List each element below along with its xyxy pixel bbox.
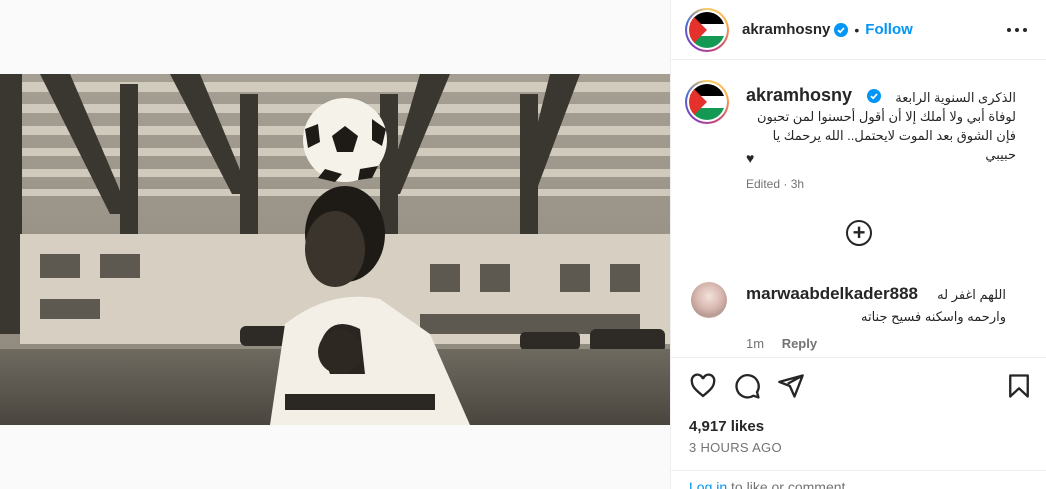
post-time[interactable]: 3 HOURS AGO bbox=[689, 440, 782, 455]
follow-button[interactable]: Follow bbox=[865, 21, 913, 38]
caption-heart-emoji: ♥ bbox=[746, 150, 755, 166]
author-username[interactable]: akramhosny bbox=[742, 21, 830, 38]
login-link[interactable]: Log in bbox=[689, 479, 727, 489]
commenter-avatar[interactable] bbox=[691, 282, 727, 318]
separator-dot: • bbox=[854, 21, 860, 38]
comment-meta: 1m Reply bbox=[746, 336, 817, 351]
edited-timestamp: Edited · 3h bbox=[746, 177, 805, 191]
verified-badge-icon bbox=[834, 22, 849, 37]
login-prompt-text: to like or comment. bbox=[727, 479, 850, 489]
reply-button[interactable]: Reply bbox=[782, 336, 817, 351]
post-photo-image bbox=[0, 74, 670, 425]
paper-plane-icon[interactable] bbox=[777, 372, 805, 400]
comment-time: 1m bbox=[746, 336, 765, 351]
comment-text: اللهم اغفر له وارحمه واسكنه فسيح جناته bbox=[860, 287, 1006, 324]
plus-circle-icon[interactable]: + bbox=[846, 220, 872, 246]
caption-text: الذكرى السنوية الرابعة لوفاة أبي ولا أمل… bbox=[757, 90, 1016, 162]
more-options-icon[interactable] bbox=[1007, 22, 1027, 38]
caption-avatar-inner bbox=[687, 82, 727, 122]
likes-count[interactable]: 4,917 likes bbox=[689, 418, 764, 435]
media-pane bbox=[0, 0, 670, 489]
login-prompt: Log in to like or comment. bbox=[689, 479, 849, 489]
caption-avatar[interactable] bbox=[685, 80, 729, 124]
bookmark-icon[interactable] bbox=[1005, 372, 1033, 400]
palestine-flag-icon bbox=[689, 11, 725, 48]
comment-bubble-icon[interactable] bbox=[733, 372, 761, 400]
action-bar bbox=[671, 357, 1046, 415]
post-header: akramhosny • Follow bbox=[671, 0, 1046, 60]
avatar-inner bbox=[687, 9, 727, 50]
post-photo[interactable] bbox=[0, 74, 670, 425]
login-footer: Log in to like or comment. bbox=[671, 470, 1046, 489]
heart-icon[interactable] bbox=[689, 372, 717, 400]
palestine-flag-icon bbox=[689, 84, 725, 120]
author-avatar[interactable] bbox=[685, 7, 729, 52]
post-sidebar: akramhosny • Follow akramhosny الذكرى ال… bbox=[670, 0, 1046, 489]
